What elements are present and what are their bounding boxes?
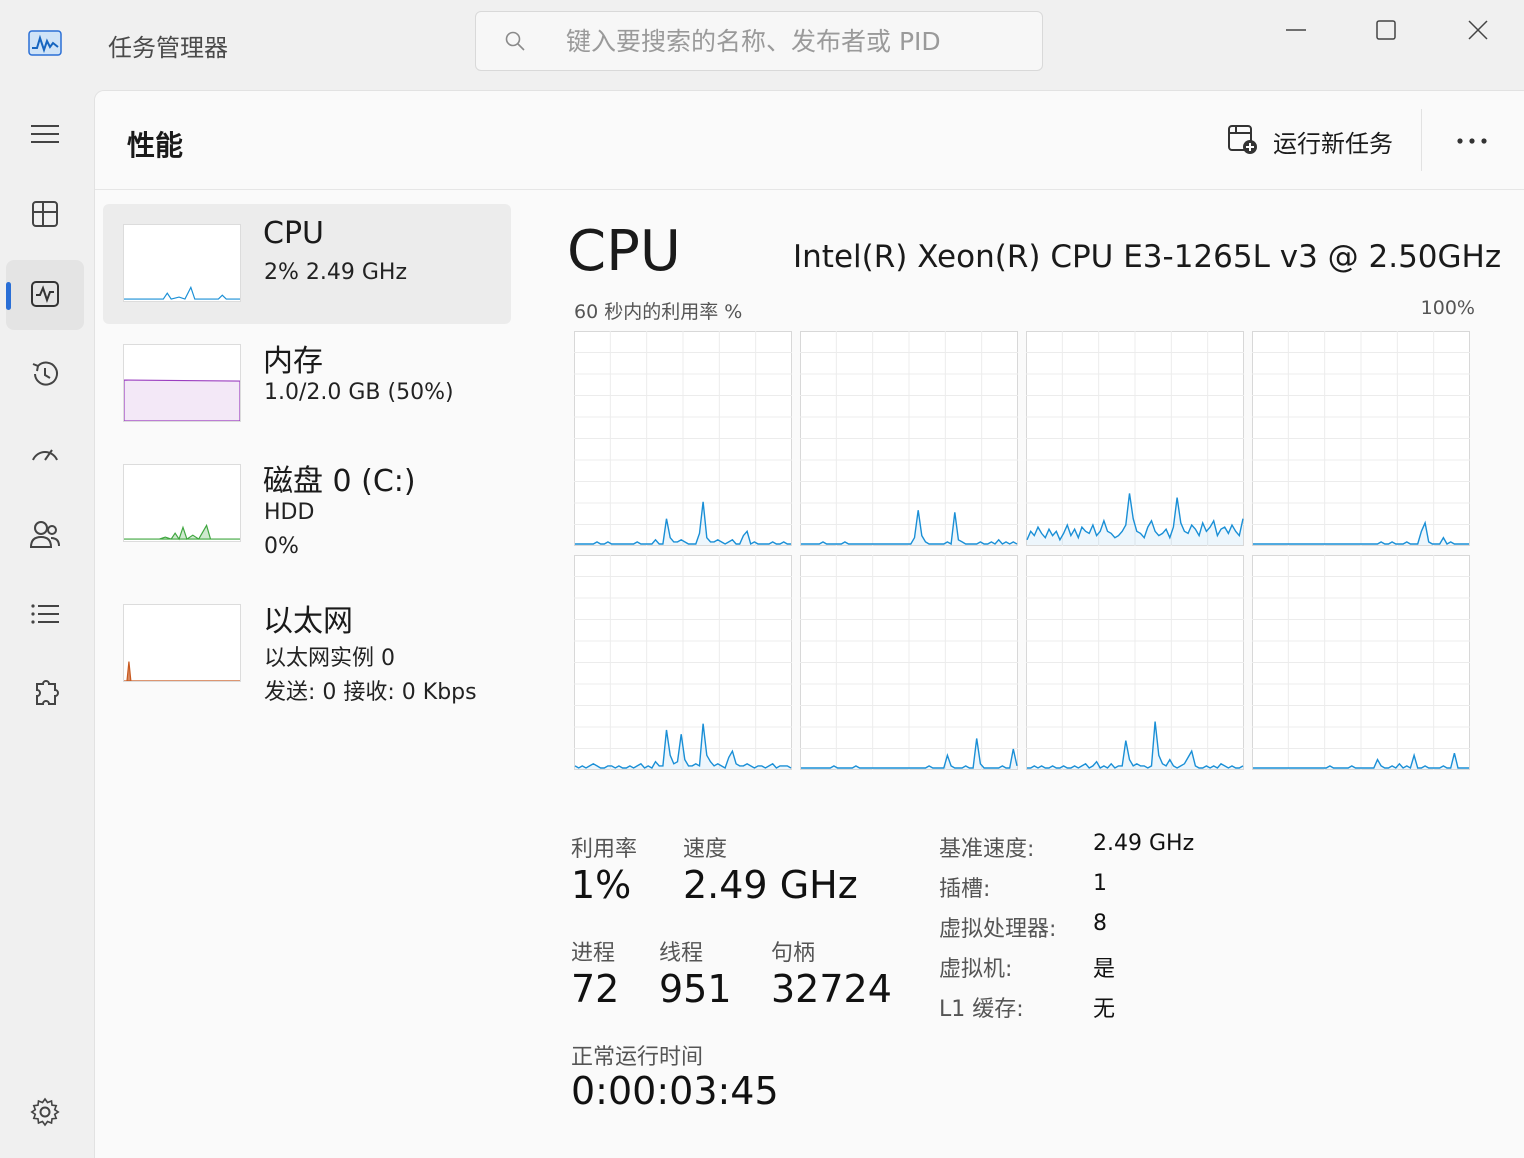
more-options-button[interactable] [1445, 121, 1501, 161]
page-header: 性能 运行新任务 [95, 91, 1524, 190]
core-graph-5 [800, 555, 1018, 770]
virtual-processors-value: 8 [1093, 911, 1107, 936]
processes-grid-icon [32, 201, 58, 227]
app-title: 任务管理器 [108, 34, 228, 62]
nav-processes[interactable] [6, 180, 84, 250]
ethernet-thumbnail-area [124, 661, 240, 681]
uptime-value: 0:00:03:45 [571, 1069, 779, 1113]
virtual-machine-label: 虚拟机: [939, 957, 1013, 982]
close-button[interactable] [1448, 10, 1508, 50]
task-manager-app-icon [28, 30, 62, 56]
memory-thumbnail-area [124, 379, 240, 421]
resource-title: CPU [263, 216, 324, 251]
resource-detail: 1.0/2.0 GB (50%) [264, 380, 454, 405]
minimize-icon [1286, 29, 1306, 31]
core-graph-2 [1026, 331, 1244, 546]
more-horizontal-icon [1457, 138, 1487, 144]
nav-performance[interactable] [6, 260, 84, 330]
threads-value: 951 [659, 967, 732, 1011]
graph-axis-label: 60 秒内的利用率 % [574, 301, 743, 323]
core-graph-0 [574, 331, 792, 546]
resource-title: 内存 [263, 344, 323, 379]
resource-detail: 2% 2.49 GHz [264, 260, 408, 285]
run-new-task-icon [1228, 125, 1257, 154]
logical-processor-graphs[interactable] [574, 331, 1472, 770]
nav-details[interactable] [6, 580, 84, 650]
header-divider [1421, 109, 1422, 171]
speed-label: 速度 [683, 837, 728, 862]
active-indicator [6, 282, 11, 310]
services-puzzle-icon [36, 680, 59, 705]
resource-item-cpu[interactable]: CPU 2% 2.49 GHz [103, 204, 511, 324]
core-graph-6 [1026, 555, 1244, 770]
core-graph-1 [800, 331, 1018, 546]
nav-menu-button[interactable] [6, 100, 84, 170]
graph-max-label: 100% [1420, 297, 1475, 319]
resource-item-disk[interactable]: 磁盘 0 (C:) HDD 0% [103, 444, 511, 564]
search-input[interactable] [566, 22, 1026, 60]
minimize-button[interactable] [1266, 10, 1326, 50]
ethernet-thumbnail-graph [123, 604, 241, 682]
performance-monitor-icon [31, 281, 59, 307]
memory-thumbnail-graph [123, 344, 241, 422]
main-panel: 性能 运行新任务 CPU 2% 2.49 GHz 内存 1.0/2.0 GB (… [94, 90, 1524, 1158]
settings-gear-icon [30, 1097, 60, 1127]
navigation-rail [0, 88, 94, 1158]
cpu-model-name: Intel(R) Xeon(R) CPU E3-1265L v3 @ 2.50G… [793, 239, 1502, 275]
nav-users[interactable] [6, 500, 84, 570]
sockets-label: 插槽: [939, 877, 991, 902]
search-icon [505, 31, 525, 51]
handles-value: 32724 [771, 967, 892, 1011]
resource-title: 磁盘 0 (C:) [263, 464, 416, 499]
uptime-label: 正常运行时间 [571, 1045, 704, 1070]
users-icon [29, 521, 60, 548]
resource-item-memory[interactable]: 内存 1.0/2.0 GB (50%) [103, 324, 511, 444]
resource-detail: 以太网实例 0 [264, 646, 395, 671]
details-list-icon [31, 604, 59, 624]
base-speed-value: 2.49 GHz [1093, 831, 1195, 856]
speed-value: 2.49 GHz [683, 863, 858, 907]
core-graph-7 [1252, 555, 1470, 770]
history-icon [32, 361, 58, 386]
resource-title: 以太网 [263, 604, 353, 639]
maximize-button[interactable] [1356, 10, 1416, 50]
base-speed-label: 基准速度: [939, 837, 1035, 862]
page-title: 性能 [127, 129, 184, 162]
resource-detail: 发送: 0 接收: 0 Kbps [264, 680, 477, 705]
search-box[interactable] [475, 11, 1043, 71]
nav-settings[interactable] [6, 1078, 84, 1148]
virtual-machine-value: 是 [1093, 957, 1116, 982]
nav-app-history[interactable] [6, 340, 84, 410]
disk-thumbnail-graph [123, 464, 241, 542]
core-graph-4 [574, 555, 792, 770]
run-new-task-button[interactable]: 运行新任务 [1225, 117, 1415, 163]
cpu-thumbnail-line [124, 285, 240, 300]
core-graph-3 [1252, 331, 1470, 546]
title-bar: 任务管理器 [0, 0, 1524, 88]
resource-detail: 0% [264, 534, 299, 559]
run-new-task-label: 运行新任务 [1273, 130, 1393, 158]
disk-thumbnail-area [124, 523, 240, 541]
speedometer-icon [32, 449, 58, 461]
handles-label: 句柄 [771, 941, 816, 966]
cpu-thumbnail-graph [123, 224, 241, 302]
resource-item-ethernet[interactable]: 以太网 以太网实例 0 发送: 0 接收: 0 Kbps [103, 584, 511, 705]
resource-detail: HDD [264, 500, 315, 525]
l1-cache-label: L1 缓存: [939, 997, 1024, 1022]
close-icon [1468, 20, 1488, 40]
nav-startup-apps[interactable] [6, 420, 84, 490]
processes-value: 72 [571, 967, 620, 1011]
nav-services[interactable] [6, 660, 84, 730]
virtual-processors-label: 虚拟处理器: [939, 917, 1057, 942]
threads-label: 线程 [659, 941, 704, 966]
maximize-icon [1376, 20, 1396, 40]
utilization-value: 1% [571, 863, 632, 907]
cpu-heading: CPU [567, 219, 681, 284]
hamburger-menu-icon [31, 125, 59, 143]
utilization-label: 利用率 [571, 837, 638, 862]
processes-label: 进程 [571, 941, 616, 966]
l1-cache-value: 无 [1093, 997, 1116, 1022]
sockets-value: 1 [1093, 871, 1107, 896]
